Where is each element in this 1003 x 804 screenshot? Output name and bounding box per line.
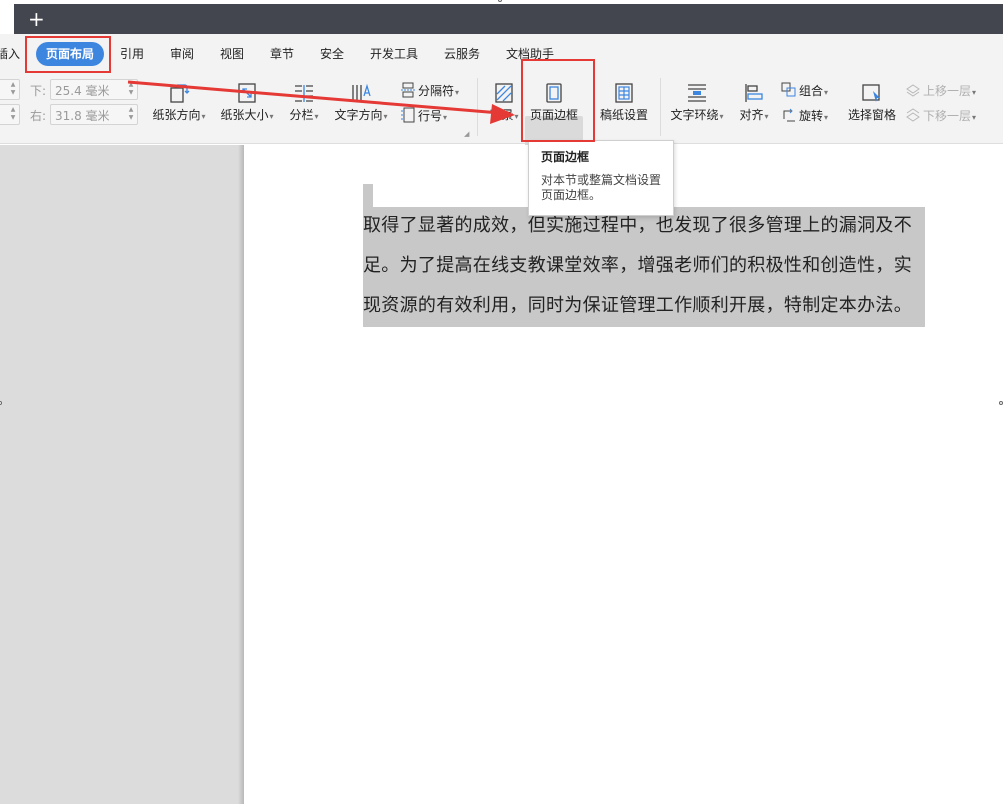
- annotation-arrow: [127, 80, 515, 124]
- resize-handle[interactable]: [999, 401, 1003, 405]
